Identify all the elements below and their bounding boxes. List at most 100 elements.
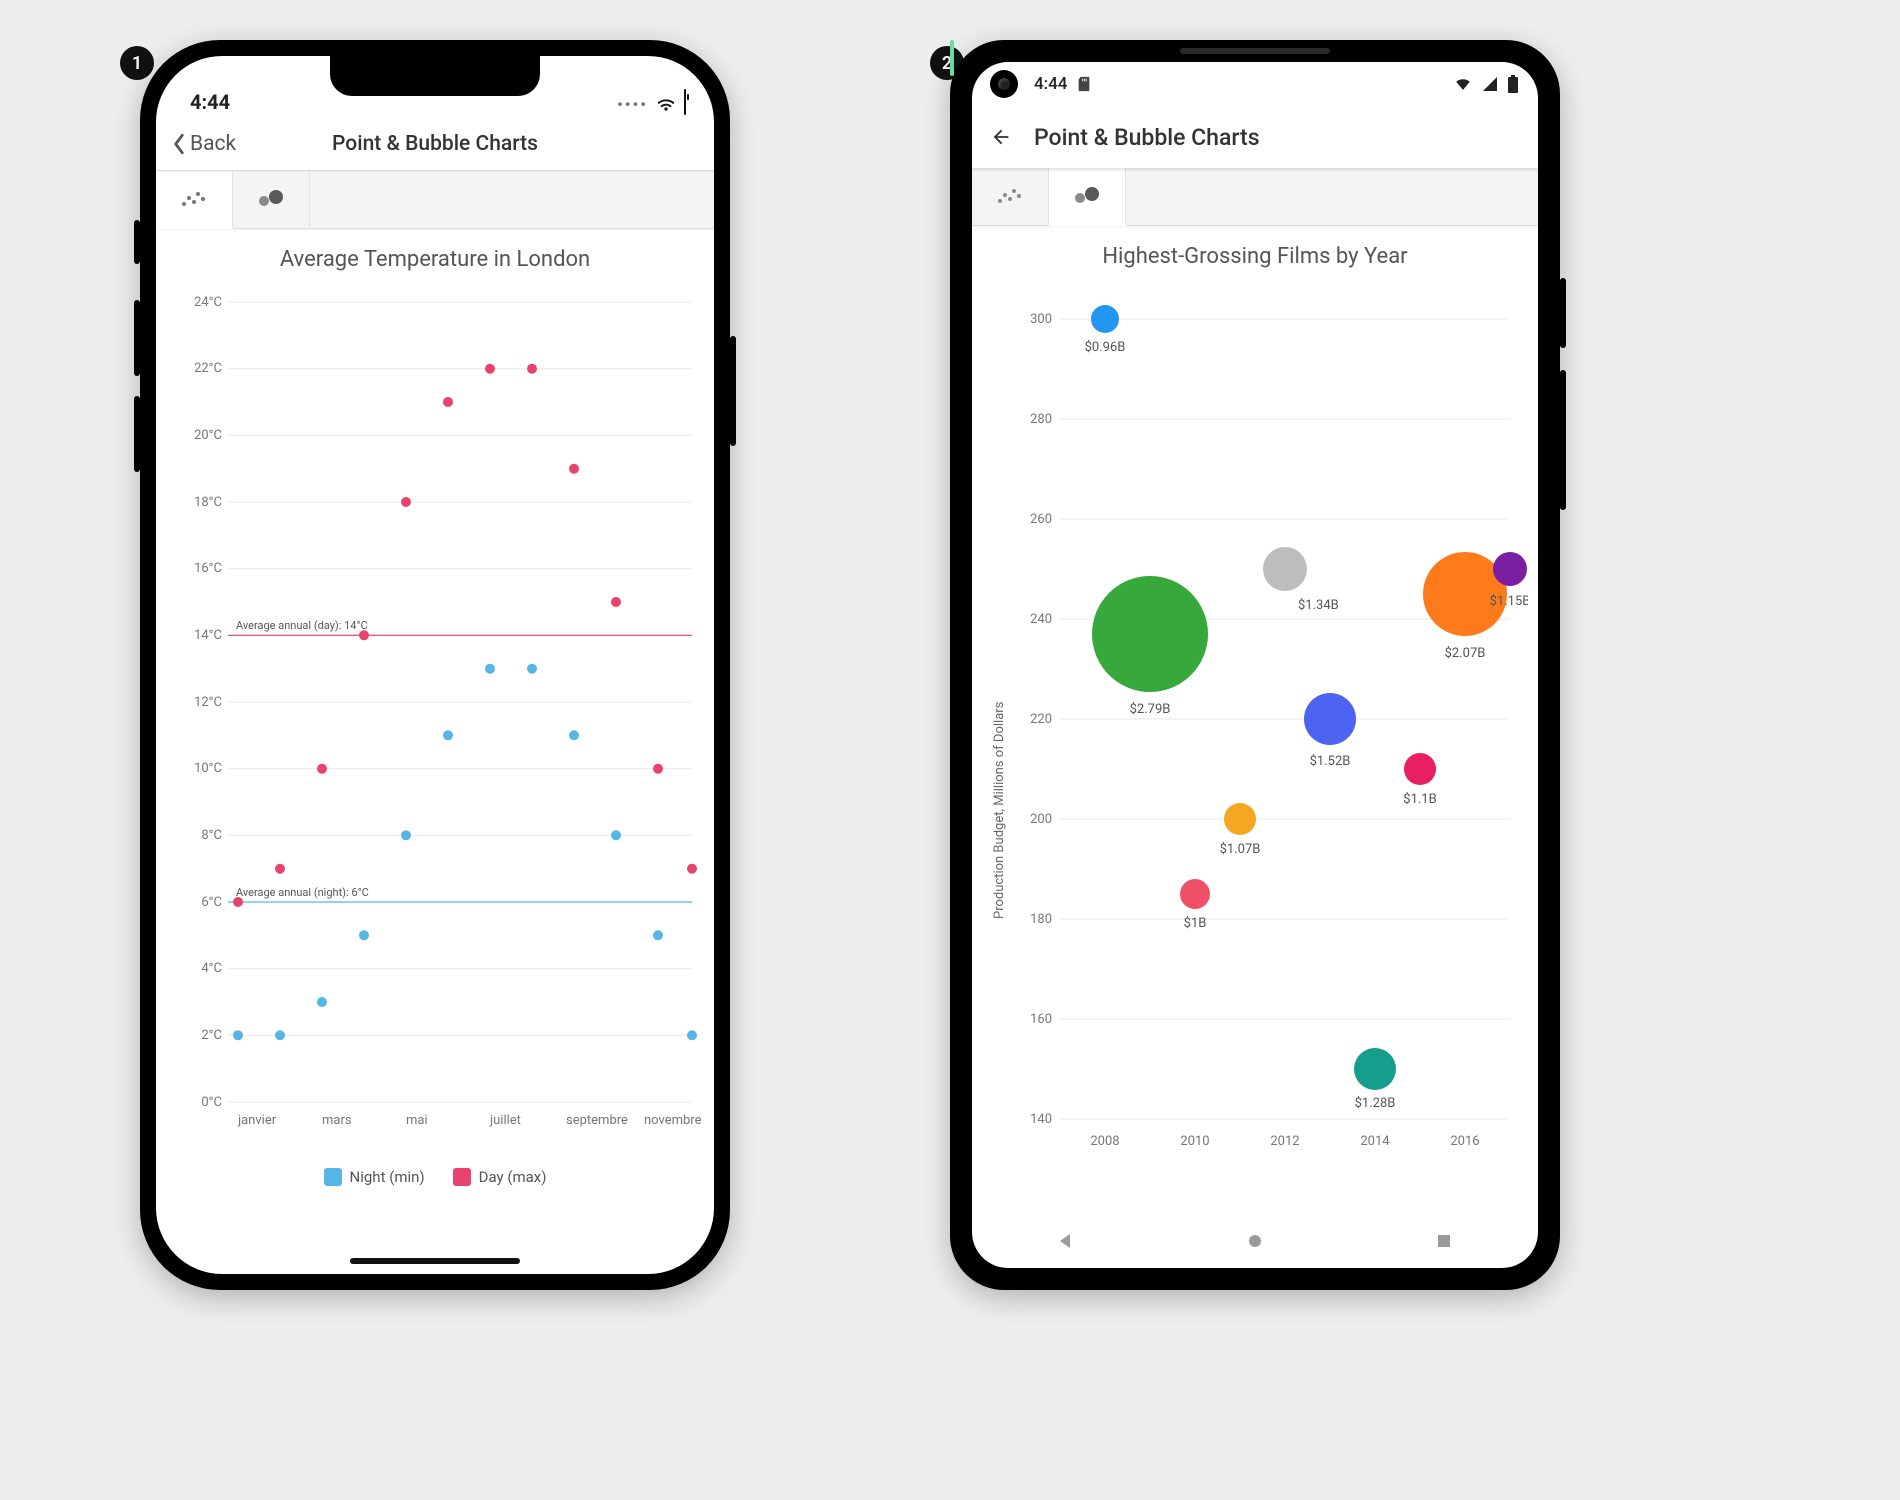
y-axis: 300 280 260 240 220 200 180 160 140: [1030, 312, 1510, 1127]
nav-recent[interactable]: [1434, 1231, 1454, 1251]
svg-text:mai: mai: [406, 1113, 428, 1128]
legend-night[interactable]: Night (min): [324, 1168, 425, 1186]
svg-text:4°C: 4°C: [201, 961, 222, 976]
chart-title-left: Average Temperature in London: [156, 247, 714, 272]
android-system-nav: [972, 1214, 1538, 1268]
ios-nav-bar: Back Point & Bubble Charts: [156, 118, 714, 171]
x-axis: janvier mars mai juillet septembre novem…: [237, 1113, 702, 1128]
android-frame: 4:44 Point & Bub: [950, 40, 1560, 1290]
svg-text:16°C: 16°C: [194, 561, 222, 576]
bubble-icon: [1072, 185, 1102, 207]
series-night: [233, 664, 697, 1041]
x-axis: 2008 2010 2012 2014 2016: [1090, 1134, 1479, 1149]
svg-text:220: 220: [1030, 712, 1052, 727]
chart-title-right: Highest-Grossing Films by Year: [972, 244, 1538, 269]
legend: Night (min) Day (max): [156, 1168, 714, 1186]
notch: [330, 56, 540, 96]
wifi-icon: [656, 94, 676, 114]
svg-text:$1.52B: $1.52B: [1310, 754, 1351, 769]
battery-icon: [684, 90, 686, 114]
power-button: [730, 336, 736, 446]
android-status-bar: 4:44: [972, 62, 1538, 106]
power-button: [1560, 278, 1566, 348]
nav-back[interactable]: [1056, 1231, 1076, 1251]
svg-text:novembre: novembre: [644, 1113, 702, 1128]
svg-text:septembre: septembre: [566, 1113, 628, 1128]
android-app-bar: Point & Bubble Charts: [972, 106, 1538, 168]
tab-scatter[interactable]: [156, 171, 233, 229]
ios-nav-title: Point & Bubble Charts: [156, 132, 714, 156]
tab-bubble[interactable]: [1049, 168, 1126, 226]
android-screen: 4:44 Point & Bub: [972, 62, 1538, 1268]
svg-text:12°C: 12°C: [194, 695, 222, 710]
svg-text:juillet: juillet: [489, 1113, 521, 1128]
svg-text:$1.07B: $1.07B: [1220, 842, 1261, 857]
svg-text:6°C: 6°C: [201, 895, 222, 910]
bubble-icon: [256, 188, 286, 210]
bubble-chart[interactable]: Production Budget, Millions of Dollars 3…: [980, 279, 1530, 1159]
svg-text:140: 140: [1030, 1112, 1052, 1127]
avg-day-label: Average annual (day): 14°C: [236, 619, 368, 632]
battery-icon: [1508, 75, 1518, 93]
back-button[interactable]: Back: [156, 132, 236, 156]
nav-home[interactable]: [1245, 1231, 1265, 1251]
svg-text:janvier: janvier: [237, 1113, 277, 1128]
tab-bubble[interactable]: [233, 171, 310, 227]
scatter-chart[interactable]: 24°C 22°C 20°C 18°C 16°C: [164, 282, 706, 1162]
cell-signal-icon: [1482, 76, 1498, 92]
svg-text:$1.1B: $1.1B: [1403, 792, 1436, 807]
tab-scatter[interactable]: [972, 168, 1049, 224]
svg-text:8°C: 8°C: [201, 828, 222, 843]
svg-text:18°C: 18°C: [194, 495, 222, 510]
legend-day[interactable]: Day (max): [453, 1168, 547, 1186]
silence-switch: [134, 220, 140, 264]
svg-text:24°C: 24°C: [194, 295, 222, 310]
power-accent: [950, 40, 954, 76]
svg-text:$0.96B: $0.96B: [1085, 340, 1126, 355]
svg-text:$1.15B: $1.15B: [1490, 594, 1528, 609]
y-axis-label: Production Budget, Millions of Dollars: [992, 702, 1007, 919]
iphone-screen: 4:44 •••• Back Point & Bubble Ch: [156, 56, 714, 1274]
badge-1: 1: [120, 46, 154, 80]
y-axis: 24°C 22°C 20°C 18°C 16°C: [194, 295, 692, 1110]
svg-text:22°C: 22°C: [194, 361, 222, 376]
back-label: Back: [190, 132, 236, 156]
chart-type-tabs: [156, 171, 714, 229]
ios-clock: 4:44: [190, 90, 230, 114]
android-clock: 4:44: [1034, 74, 1067, 94]
svg-text:2016: 2016: [1450, 1134, 1479, 1149]
punch-hole-camera: [990, 70, 1018, 98]
sd-card-icon: [1077, 76, 1091, 92]
android-appbar-title: Point & Bubble Charts: [1034, 124, 1260, 151]
svg-text:260: 260: [1030, 512, 1052, 527]
svg-text:$2.07B: $2.07B: [1445, 646, 1486, 661]
volume-rocker: [1560, 370, 1566, 510]
volume-up-button: [134, 300, 140, 376]
iphone-frame: 4:44 •••• Back Point & Bubble Ch: [140, 40, 730, 1290]
svg-text:300: 300: [1030, 312, 1052, 327]
legend-swatch-day: [453, 1168, 471, 1186]
svg-text:200: 200: [1030, 812, 1052, 827]
svg-text:2012: 2012: [1270, 1134, 1299, 1149]
svg-text:2008: 2008: [1090, 1134, 1119, 1149]
svg-text:160: 160: [1030, 1012, 1052, 1027]
svg-text:$2.79B: $2.79B: [1130, 702, 1171, 717]
svg-text:mars: mars: [322, 1113, 352, 1128]
svg-text:240: 240: [1030, 612, 1052, 627]
volume-down-button: [134, 396, 140, 472]
wifi-icon: [1454, 75, 1472, 93]
svg-text:280: 280: [1030, 412, 1052, 427]
svg-text:$1B: $1B: [1184, 916, 1207, 931]
back-button[interactable]: [990, 126, 1012, 148]
home-indicator[interactable]: [350, 1258, 520, 1264]
arrow-left-icon: [990, 126, 1012, 148]
scatter-icon: [180, 188, 208, 210]
svg-text:14°C: 14°C: [194, 628, 222, 643]
speaker-grille: [1180, 48, 1330, 54]
chart-type-tabs: [972, 168, 1538, 226]
svg-text:20°C: 20°C: [194, 428, 222, 443]
svg-text:2014: 2014: [1360, 1134, 1390, 1149]
svg-text:180: 180: [1030, 912, 1052, 927]
svg-text:10°C: 10°C: [194, 761, 222, 776]
legend-swatch-night: [324, 1168, 342, 1186]
